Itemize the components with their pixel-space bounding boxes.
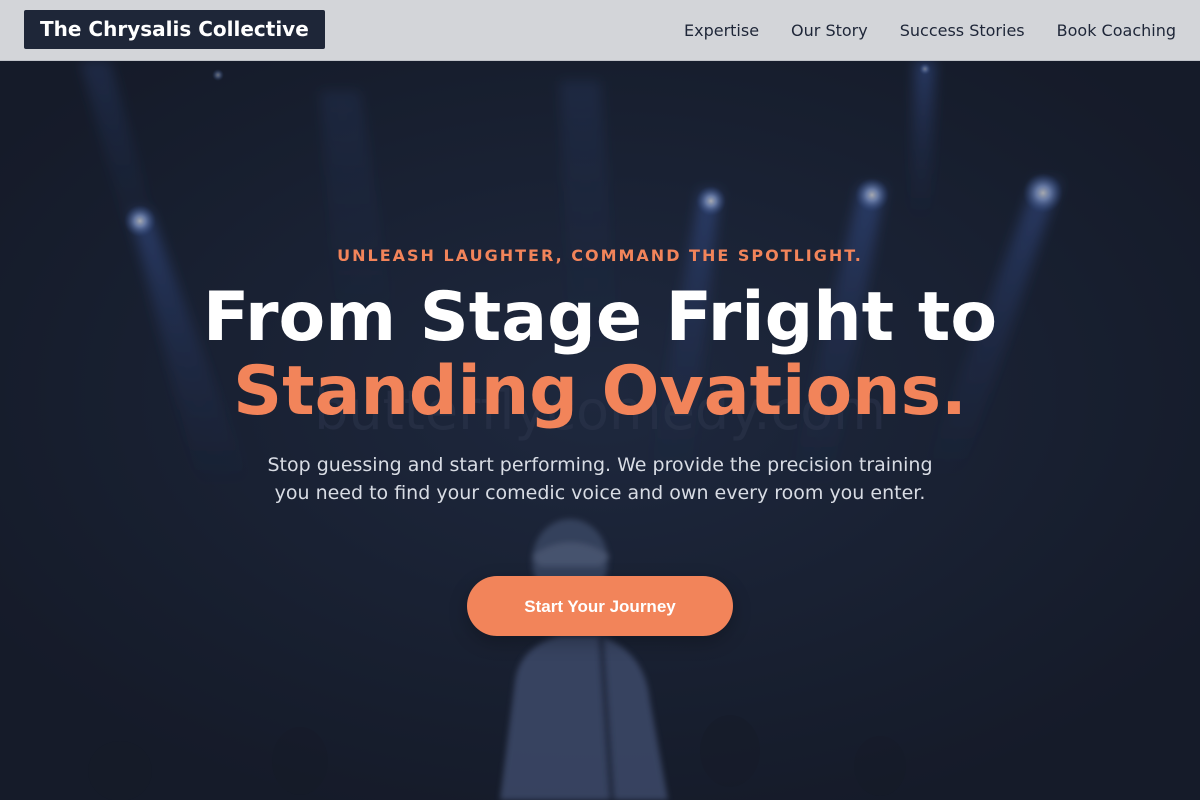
hero-headline-line2: Standing Ovations.: [233, 352, 967, 431]
hero-content: UNLEASH LAUGHTER, COMMAND THE SPOTLIGHT.…: [0, 61, 1200, 800]
nav-link-our-story[interactable]: Our Story: [791, 21, 868, 40]
hero-eyebrow: UNLEASH LAUGHTER, COMMAND THE SPOTLIGHT.: [337, 246, 863, 265]
main-nav: Expertise Our Story Success Stories Book…: [684, 0, 1176, 60]
hero-section: butterflycomedy.com UNLEASH LAUGHTER, CO…: [0, 61, 1200, 800]
site-logo[interactable]: The Chrysalis Collective: [24, 10, 325, 49]
site-header: The Chrysalis Collective Expertise Our S…: [0, 0, 1200, 61]
hero-headline-line1: From Stage Fright to: [202, 278, 998, 357]
nav-link-book-coaching[interactable]: Book Coaching: [1057, 21, 1176, 40]
nav-link-success-stories[interactable]: Success Stories: [900, 21, 1025, 40]
start-journey-button[interactable]: Start Your Journey: [467, 576, 733, 636]
nav-link-expertise[interactable]: Expertise: [684, 21, 759, 40]
hero-subtext: Stop guessing and start performing. We p…: [267, 454, 933, 504]
hero-headline: From Stage Fright to Standing Ovations.: [0, 281, 1200, 429]
